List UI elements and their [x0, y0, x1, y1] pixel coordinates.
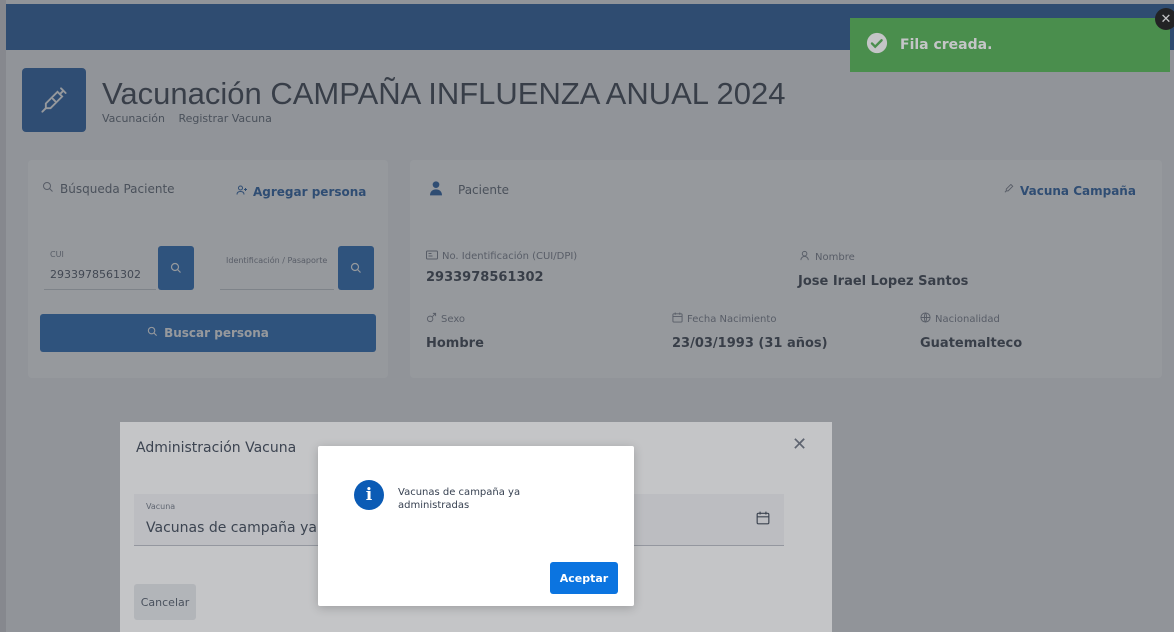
dialog-message: Vacunas de campaña ya administradas	[398, 487, 521, 511]
accept-button[interactable]: Aceptar	[550, 562, 618, 594]
info-dialog: i Vacunas de campaña ya administradas Ac…	[318, 446, 634, 606]
info-icon: i	[354, 480, 384, 510]
